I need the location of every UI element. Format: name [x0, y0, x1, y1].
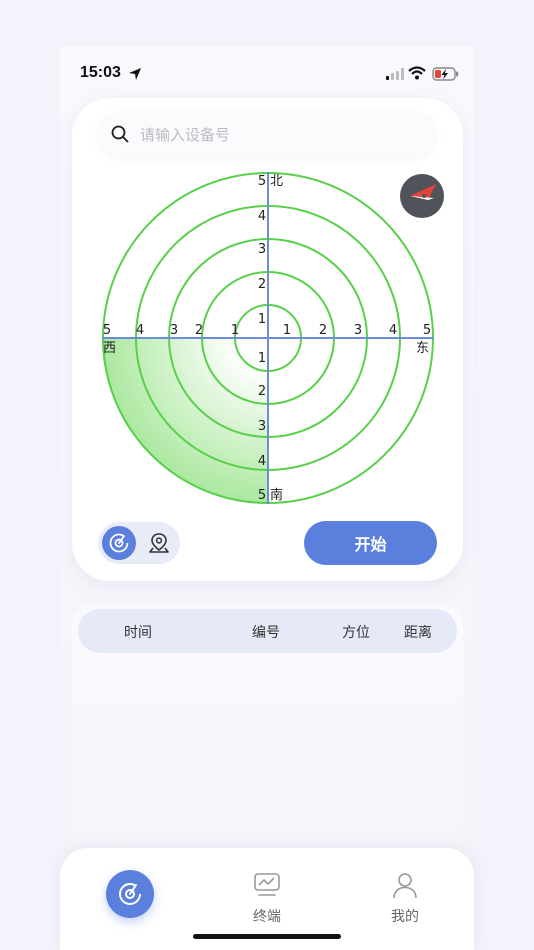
mode-radar-button[interactable] — [102, 526, 136, 560]
battery-charging-icon — [432, 67, 459, 81]
radar-card: 5 4 3 2 1 1 2 3 4 5 5 4 3 2 1 1 2 3 — [72, 98, 463, 581]
device-search-input[interactable] — [138, 120, 422, 150]
radar-label-w1: 1 — [231, 323, 239, 338]
results-table: 时间 编号 方位 距离 — [72, 604, 463, 884]
tab-radar[interactable] — [106, 870, 154, 918]
radar-label-e5: 5 — [423, 323, 431, 338]
bottom-tab-bar: 终端 我的 — [60, 848, 474, 950]
start-button[interactable]: 开始 — [304, 521, 437, 565]
radar-label-e4: 4 — [389, 323, 397, 338]
home-indicator — [193, 934, 341, 939]
app-screen: 15:03 请输入设备号 5 4 3 2 1 1 2 3 4 5 5 4 3 2… — [0, 0, 534, 950]
tab-label-mine: 我的 — [391, 909, 419, 925]
radar-label-s2: 2 — [258, 384, 266, 399]
mode-map-button[interactable] — [142, 526, 176, 560]
status-time: 15:03 — [80, 64, 121, 81]
terminal-chart-icon — [254, 873, 280, 896]
tab-terminal[interactable]: 终端 — [237, 870, 297, 926]
radar-label-s5: 5 — [258, 488, 266, 503]
wifi-icon — [408, 66, 426, 80]
radar-plot: 5 4 3 2 1 1 2 3 4 5 5 4 3 2 1 1 2 3 4 5 … — [102, 172, 434, 504]
radar-icon — [109, 533, 129, 553]
radar-label-e3: 3 — [354, 323, 362, 338]
mode-toggle — [98, 522, 180, 564]
radar-label-w2: 2 — [195, 323, 203, 338]
compass-button[interactable] — [400, 174, 444, 218]
radar-label-e1: 1 — [283, 323, 291, 338]
radar-icon — [119, 883, 141, 905]
radar-label-n5: 5 — [258, 174, 266, 189]
column-header-distance: 距离 — [404, 625, 432, 641]
cellular-signal-icon — [386, 68, 404, 80]
status-bar: 15:03 — [60, 60, 474, 90]
radar-label-s3: 3 — [258, 419, 266, 434]
user-icon — [393, 873, 417, 899]
direction-north: 北 — [270, 174, 283, 189]
radar-label-w3: 3 — [170, 323, 178, 338]
tab-label-terminal: 终端 — [253, 909, 281, 925]
search-bar — [98, 112, 436, 156]
radar-label-e2: 2 — [319, 323, 327, 338]
radar-label-w5: 5 — [103, 323, 111, 338]
radar-label-w4: 4 — [136, 323, 144, 338]
radar-label-n2: 2 — [258, 277, 266, 292]
radar-label-n4: 4 — [258, 209, 266, 224]
column-header-time: 时间 — [124, 625, 152, 641]
tab-mine[interactable]: 我的 — [375, 870, 435, 926]
radar-label-n1: 1 — [258, 312, 266, 327]
column-header-bearing: 方位 — [342, 625, 370, 641]
radar-label-s4: 4 — [258, 454, 266, 469]
table-header: 时间 编号 方位 距离 — [78, 609, 457, 653]
radar-sector — [102, 338, 268, 504]
radar-label-n3: 3 — [258, 242, 266, 257]
direction-west: 西 — [103, 341, 116, 356]
radar-label-s1: 1 — [258, 351, 266, 366]
location-arrow-icon — [129, 68, 141, 80]
direction-south: 南 — [270, 487, 283, 503]
map-pin-icon — [149, 533, 169, 553]
direction-east: 东 — [416, 341, 429, 356]
column-header-id: 编号 — [252, 625, 280, 641]
search-icon — [111, 125, 129, 143]
compass-icon — [410, 184, 436, 200]
